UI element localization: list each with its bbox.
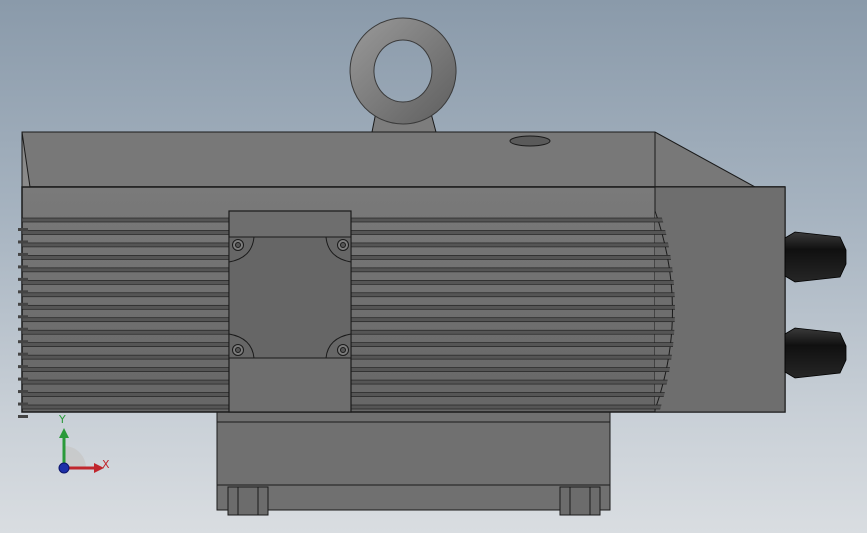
cooling-fin [22,329,675,335]
graphics-viewport[interactable]: Y X [0,0,867,533]
fin-edge [18,340,28,344]
cooling-fin [22,304,675,310]
fin-edge [18,265,28,269]
top-hole [509,135,551,147]
lifting-eye-bolt [349,17,457,133]
y-axis-label: Y [59,413,66,426]
fin-edge [18,327,28,331]
terminal-box [228,210,352,413]
fin-edge [18,240,28,244]
fin-edge [18,277,28,281]
orientation-triad: Y X [40,410,130,490]
fin-edge [18,252,28,256]
screw-icon [337,344,349,356]
cooling-fin [22,404,675,410]
fin-edge [18,315,28,319]
fin-edge [18,365,28,369]
fin-edge [18,402,28,406]
motor-3d-model[interactable] [0,0,867,533]
screw-icon [232,344,244,356]
cooling-fin [22,367,675,372]
cooling-fin [22,242,675,248]
cooling-fin [22,217,675,223]
fin-edge [18,290,28,294]
cooling-fin [22,354,675,360]
fin-edge [18,228,28,231]
cable-connector-top [784,231,847,283]
cooling-fin [22,230,675,235]
fin-edge [18,377,28,381]
cooling-fin [22,280,675,285]
screw-icon [232,239,244,251]
cooling-fin [22,267,675,273]
cooling-fin [22,379,675,385]
z-axis-dot [58,462,70,474]
screw-icon [337,239,349,251]
mounting-base [216,411,611,516]
cooling-fin [22,342,675,347]
cooling-fin [22,292,675,298]
cooling-fin [22,317,675,323]
fin-edge [18,415,28,418]
fin-edge [18,352,28,356]
fin-edge [18,390,28,394]
cooling-fin [22,392,675,397]
x-axis-label: X [102,458,110,471]
cable-connector-bottom [784,327,847,379]
cooling-fin [22,255,675,260]
fin-edge [18,302,28,306]
